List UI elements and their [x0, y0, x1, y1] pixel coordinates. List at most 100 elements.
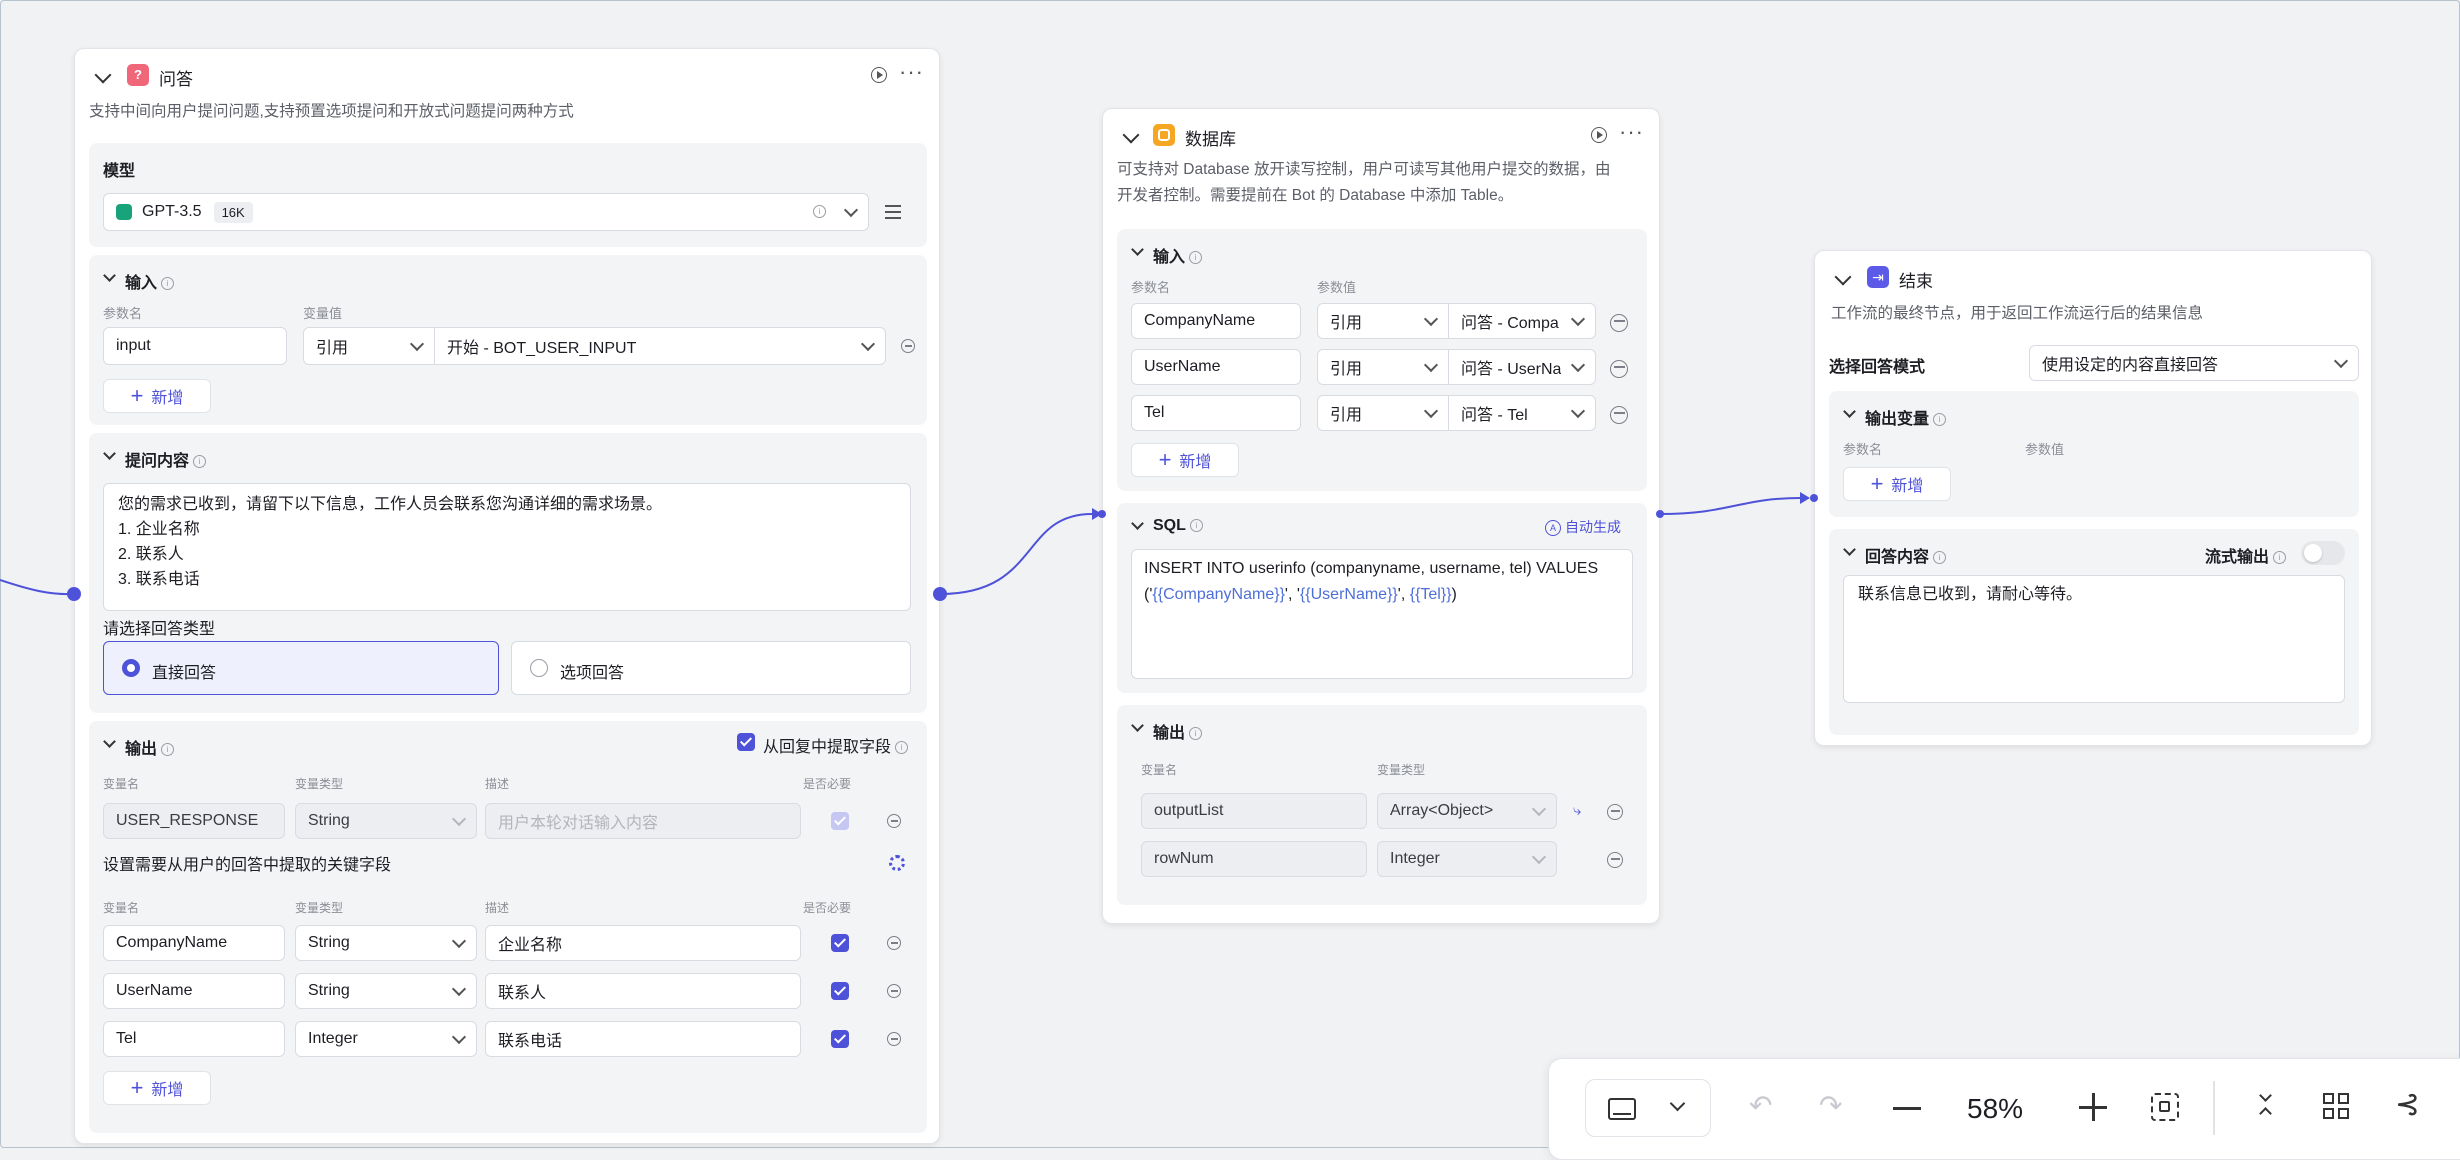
- model-select[interactable]: GPT-3.5 16K i: [103, 193, 869, 231]
- collapse-chevron-icon[interactable]: [1131, 243, 1144, 256]
- ref-type-select[interactable]: 引用: [1317, 349, 1449, 385]
- end-node[interactable]: ⇥ 结束 工作流的最终节点，用于返回工作流运行后的结果信息 选择回答模式 使用设…: [1814, 250, 2372, 746]
- redo-icon[interactable]: ↷: [1819, 1089, 1842, 1122]
- collapse-chevron-icon[interactable]: [103, 269, 116, 282]
- remove-row-icon[interactable]: [1610, 406, 1628, 424]
- add-output-var-button[interactable]: + 新增: [1843, 467, 1951, 501]
- layout-grid-icon[interactable]: [2323, 1093, 2351, 1121]
- output-name-input[interactable]: UserName: [103, 973, 285, 1009]
- collapse-chevron-icon[interactable]: [1843, 543, 1856, 556]
- chevron-down-icon: [1531, 801, 1547, 817]
- fit-view-icon[interactable]: [2151, 1093, 2179, 1121]
- gear-icon[interactable]: [889, 855, 905, 871]
- zoom-level[interactable]: 58%: [1967, 1093, 2023, 1125]
- remove-row-icon[interactable]: [1610, 360, 1628, 378]
- collapse-chevron-icon[interactable]: [103, 447, 116, 460]
- auto-generate-button[interactable]: A 自动生成: [1545, 517, 1621, 537]
- more-options-icon[interactable]: ···: [1619, 121, 1644, 143]
- radio-choice-answer[interactable]: 选项回答: [511, 641, 911, 695]
- output-desc-input[interactable]: 联系人: [485, 973, 801, 1009]
- run-node-icon[interactable]: [1591, 127, 1607, 143]
- qa-node-icon: ?: [127, 64, 149, 86]
- add-output-button[interactable]: + 新增: [103, 1071, 211, 1105]
- collapse-all-icon[interactable]: [2253, 1089, 2281, 1121]
- output-desc-input[interactable]: 企业名称: [485, 925, 801, 961]
- ref-value-select[interactable]: 问答 - Tel: [1448, 395, 1596, 431]
- qa-output-port[interactable]: [933, 587, 947, 601]
- required-checkbox[interactable]: [831, 1030, 849, 1048]
- remove-row-icon[interactable]: [887, 984, 901, 998]
- remove-row-icon[interactable]: [1607, 804, 1623, 820]
- database-node[interactable]: 数据库 ··· 可支持对 Database 放开读写控制，用户可读写其他用户提交…: [1102, 108, 1660, 924]
- param-name-input[interactable]: Tel: [1131, 395, 1301, 431]
- collapse-chevron-icon[interactable]: [1131, 517, 1144, 530]
- node-title: 问答: [159, 70, 193, 89]
- extract-fields-checkbox[interactable]: [737, 733, 755, 751]
- output-name-input[interactable]: CompanyName: [103, 925, 285, 961]
- param-name-input[interactable]: input: [103, 327, 287, 365]
- more-options-icon[interactable]: ···: [899, 61, 924, 83]
- ref-value-select[interactable]: 开始 - BOT_USER_INPUT: [434, 327, 886, 365]
- section-title: SQL i: [1153, 517, 1203, 535]
- param-name-input[interactable]: UserName: [1131, 349, 1301, 385]
- remove-row-icon[interactable]: [887, 936, 901, 950]
- output-type-select[interactable]: Integer: [295, 1021, 477, 1057]
- output-type-select[interactable]: String: [295, 925, 477, 961]
- zoom-in-icon[interactable]: [2079, 1093, 2107, 1121]
- chevron-down-icon: [1423, 311, 1439, 327]
- output-name: outputList: [1141, 793, 1367, 829]
- db-input-port[interactable]: [1098, 510, 1106, 518]
- collapse-chevron-icon[interactable]: [1834, 268, 1852, 286]
- column-header: 参数名: [103, 306, 143, 321]
- ref-type-select[interactable]: 引用: [303, 327, 435, 365]
- radio-direct-answer[interactable]: 直接回答: [103, 641, 499, 695]
- chevron-down-icon: [451, 811, 467, 827]
- radio-label: 直接回答: [152, 665, 217, 682]
- column-header: 参数名: [1843, 442, 1883, 457]
- output-name-input[interactable]: Tel: [103, 1021, 285, 1057]
- answer-textarea[interactable]: 联系信息已收到，请耐心等待。: [1843, 575, 2345, 703]
- column-header: 变量类型: [295, 777, 344, 791]
- run-node-icon[interactable]: [871, 67, 887, 83]
- undo-icon[interactable]: ↶: [1749, 1089, 1772, 1122]
- ref-value-select[interactable]: 问答 - Compa: [1448, 303, 1596, 339]
- minimap-toggle-button[interactable]: [1585, 1079, 1711, 1137]
- question-line: 3. 联系电话: [118, 571, 200, 588]
- remove-row-icon[interactable]: [887, 814, 901, 828]
- ref-value-select[interactable]: 问答 - UserNa: [1448, 349, 1596, 385]
- sql-editor[interactable]: INSERT INTO userinfo (companyname, usern…: [1131, 549, 1633, 679]
- model-settings-icon[interactable]: [885, 203, 901, 219]
- collapse-chevron-icon[interactable]: [1843, 405, 1856, 418]
- add-child-icon[interactable]: ⤷: [1573, 803, 1589, 819]
- add-input-button[interactable]: + 新增: [103, 379, 211, 413]
- remove-row-icon[interactable]: [1607, 852, 1623, 868]
- model-context-badge: 16K: [213, 201, 253, 223]
- connector-style-icon[interactable]: ⊰: [2395, 1087, 2420, 1122]
- param-name-input[interactable]: CompanyName: [1131, 303, 1301, 339]
- required-checkbox[interactable]: [831, 934, 849, 952]
- collapse-chevron-icon[interactable]: [1122, 126, 1140, 144]
- required-checkbox[interactable]: [831, 982, 849, 1000]
- remove-row-icon[interactable]: [901, 339, 915, 353]
- zoom-out-icon[interactable]: [1893, 1107, 1921, 1110]
- remove-row-icon[interactable]: [887, 1032, 901, 1046]
- info-icon: i: [161, 743, 175, 757]
- answer-mode-select[interactable]: 使用设定的内容直接回答: [2029, 345, 2359, 381]
- question-line: 1. 企业名称: [118, 521, 200, 538]
- remove-row-icon[interactable]: [1610, 314, 1628, 332]
- output-desc-input[interactable]: 联系电话: [485, 1021, 801, 1057]
- collapse-chevron-icon[interactable]: [103, 735, 116, 748]
- collapse-chevron-icon[interactable]: [1131, 719, 1144, 732]
- ref-type-select[interactable]: 引用: [1317, 395, 1449, 431]
- qa-node[interactable]: ? 问答 ··· 支持中间向用户提问问题,支持预置选项提问和开放式问题提问两种方…: [74, 48, 940, 1144]
- collapse-chevron-icon[interactable]: [94, 66, 112, 84]
- stream-output-toggle[interactable]: [2301, 541, 2345, 565]
- question-textarea[interactable]: 您的需求已收到，请留下以下信息，工作人员会联系您沟通详细的需求场景。 1. 企业…: [103, 483, 911, 611]
- db-output-port[interactable]: [1656, 510, 1664, 518]
- output-type-select[interactable]: String: [295, 973, 477, 1009]
- ref-type-select[interactable]: 引用: [1317, 303, 1449, 339]
- info-icon: i: [161, 277, 175, 291]
- add-input-button[interactable]: + 新增: [1131, 443, 1239, 477]
- end-input-port[interactable]: [1810, 494, 1818, 502]
- qa-input-port[interactable]: [67, 587, 81, 601]
